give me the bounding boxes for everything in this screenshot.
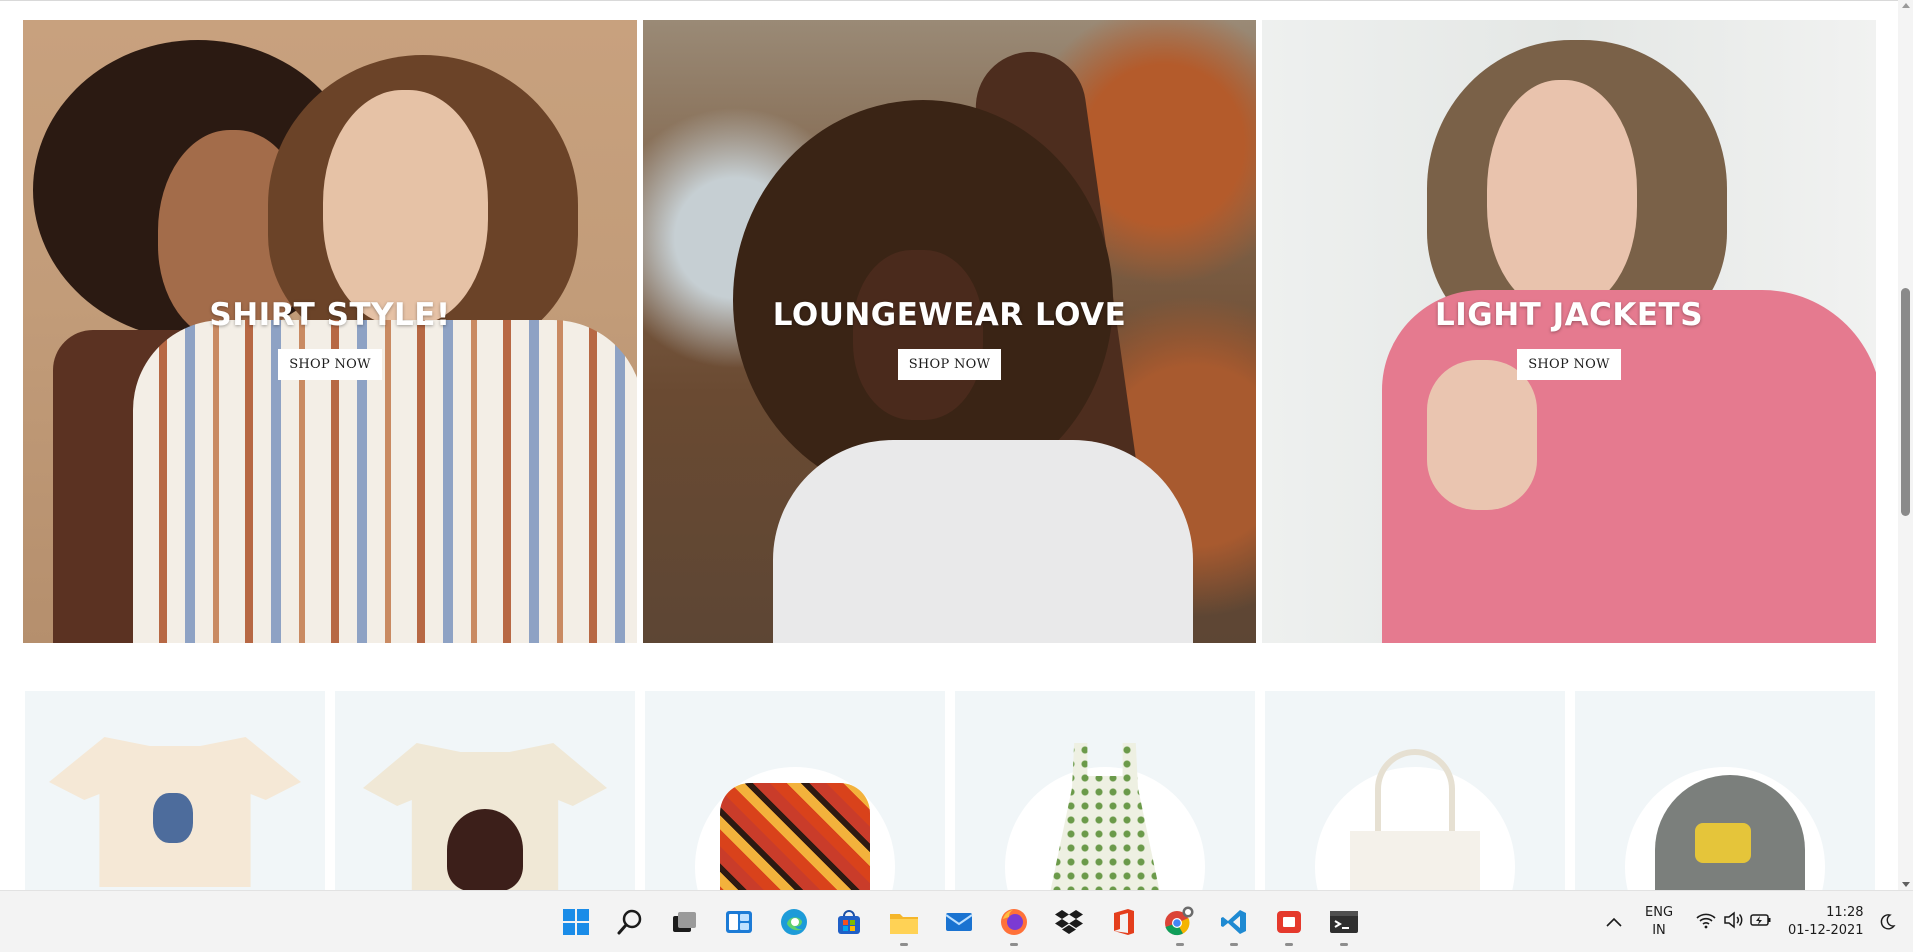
- office-icon[interactable]: [1108, 906, 1140, 938]
- banner-title: LOUNGEWEAR LOVE: [772, 297, 1127, 333]
- running-indicator: [1176, 943, 1184, 946]
- running-indicator: [1340, 943, 1348, 946]
- product-card[interactable]: [1265, 691, 1565, 890]
- product-card[interactable]: [335, 691, 635, 890]
- shop-now-button[interactable]: SHOP NOW: [278, 349, 382, 380]
- product-card[interactable]: [645, 691, 945, 890]
- product-grid: [25, 691, 1875, 890]
- running-indicator: [1285, 943, 1293, 946]
- collection-banner-shirts[interactable]: SHIRT STYLE! SHOP NOW: [23, 20, 637, 643]
- language-code: ENG: [1645, 905, 1674, 920]
- edge-icon[interactable]: [778, 906, 810, 938]
- clock-time: 11:28: [1826, 905, 1864, 920]
- language-indicator[interactable]: ENG IN: [1645, 891, 1673, 952]
- running-indicator: [1230, 943, 1238, 946]
- volume-icon: [1723, 910, 1745, 934]
- scrollbar[interactable]: [1898, 0, 1913, 890]
- scroll-thumb[interactable]: [1901, 288, 1910, 516]
- banner-title: SHIRT STYLE!: [209, 297, 451, 333]
- chrome-icon[interactable]: [1163, 906, 1195, 938]
- divider: [0, 0, 1898, 1]
- mail-icon[interactable]: [943, 906, 975, 938]
- banner-title: LIGHT JACKETS: [1434, 297, 1704, 333]
- shop-now-button[interactable]: SHOP NOW: [1517, 349, 1621, 380]
- clock[interactable]: 11:28 01-12-2021: [1788, 891, 1864, 952]
- widgets-icon[interactable]: [723, 906, 755, 938]
- scroll-down-icon[interactable]: [1902, 882, 1910, 887]
- tshirt-print: [153, 793, 193, 843]
- tshirt-print: [447, 809, 523, 890]
- battery-icon: [1749, 912, 1773, 933]
- dropbox-icon[interactable]: [1053, 906, 1085, 938]
- screen-recorder-icon[interactable]: [1273, 906, 1305, 938]
- store-icon[interactable]: [833, 906, 865, 938]
- browser-viewport: SHIRT STYLE! SHOP NOW LOUNGEWEAR LOVE SH…: [0, 0, 1913, 890]
- collection-banner-loungewear[interactable]: LOUNGEWEAR LOVE SHOP NOW: [643, 20, 1256, 643]
- focus-assist-icon[interactable]: [1878, 891, 1896, 952]
- wifi-icon: [1695, 911, 1717, 934]
- shirt-image: [720, 783, 870, 890]
- tote-bag-image: [1350, 831, 1480, 890]
- terminal-icon[interactable]: [1328, 906, 1360, 938]
- running-indicator: [1010, 943, 1018, 946]
- firefox-icon[interactable]: [998, 906, 1030, 938]
- task-view-icon[interactable]: [668, 906, 700, 938]
- product-card[interactable]: [25, 691, 325, 890]
- windows-start-icon[interactable]: [560, 906, 592, 938]
- scroll-up-icon[interactable]: [1902, 3, 1910, 8]
- file-explorer-icon[interactable]: [888, 906, 920, 938]
- collection-banner-jackets[interactable]: LIGHT JACKETS SHOP NOW: [1262, 20, 1876, 643]
- product-card[interactable]: [955, 691, 1255, 890]
- vscode-icon[interactable]: [1218, 906, 1250, 938]
- language-region: IN: [1652, 923, 1666, 938]
- product-card[interactable]: [1575, 691, 1875, 890]
- taskbar: ENG IN 11:28 01-12-2021: [0, 890, 1913, 952]
- search-icon[interactable]: [614, 906, 646, 938]
- shop-now-button[interactable]: SHOP NOW: [897, 349, 1002, 380]
- running-indicator: [900, 943, 908, 946]
- network-volume-battery[interactable]: [1695, 891, 1773, 952]
- clock-date: 01-12-2021: [1788, 923, 1864, 938]
- show-hidden-icons-icon[interactable]: [1605, 891, 1623, 952]
